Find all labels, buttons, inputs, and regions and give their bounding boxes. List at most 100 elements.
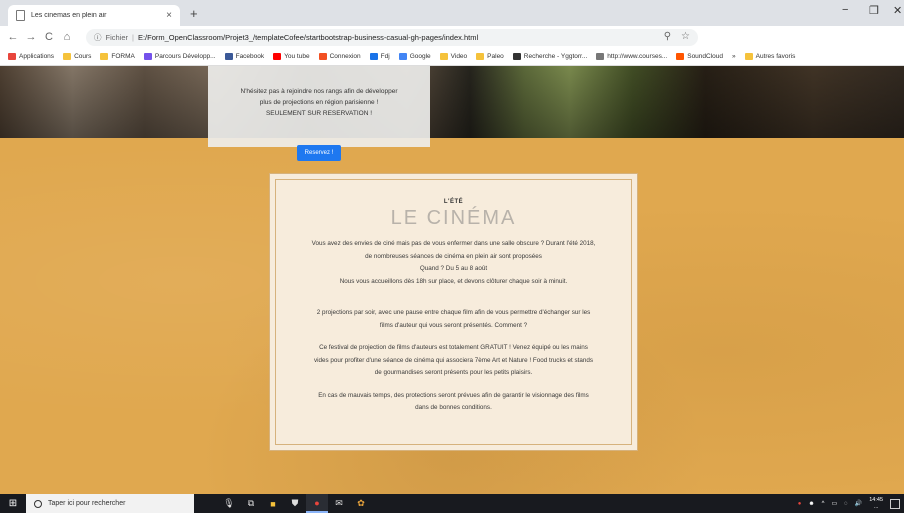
page-icon [16, 10, 25, 21]
bookmark-label: Video [450, 53, 468, 60]
paragraph-line: 2 projections par soir, avec une pause e… [316, 309, 591, 316]
bookmark-label: FORMA [111, 53, 135, 60]
bookmark-item[interactable]: You tube [273, 53, 310, 60]
folder-icon [476, 53, 485, 60]
reserve-button[interactable]: Reservez ! [297, 145, 341, 161]
info-card: L'ÉTÉ LE CINÉMA Vous avez des envies de … [270, 174, 637, 450]
bookmark-label: Applications [19, 53, 55, 60]
paragraph-festival: Ce festival de projection de films d'aut… [276, 342, 631, 380]
bookmark-label: Recherche - Yggtorr... [523, 53, 588, 60]
bookmark-label: » [732, 53, 736, 60]
clock[interactable]: 14:45 ... [869, 497, 883, 511]
page-icon [596, 53, 605, 60]
bookmark-item[interactable]: » [732, 53, 736, 60]
mail-icon[interactable]: ✉ [328, 494, 350, 513]
app-icon[interactable]: ✿ [350, 494, 372, 513]
bookmark-item[interactable]: Parcours Développ... [143, 53, 216, 60]
zoom-icon[interactable]: ⚲ [664, 31, 671, 42]
tab-close-icon[interactable]: × [166, 10, 172, 21]
apps-grid-icon [8, 53, 16, 60]
bookmark-item[interactable]: http://www.courses... [596, 53, 667, 60]
paragraph-line: Ce festival de projection de films d'aut… [319, 344, 588, 351]
microsoft-icon [318, 53, 327, 60]
info-icon[interactable]: ⓘ [94, 32, 102, 43]
paragraph-line: En cas de mauvais temps, des protections… [318, 391, 589, 399]
bookmark-item[interactable]: Fdj [369, 53, 390, 60]
fdj-icon [369, 53, 378, 60]
network-icon[interactable]: ◌ [844, 501, 848, 507]
system-tray: ● ☻ ^ ▭ ◌ 🔊 14:45 ... [798, 494, 904, 513]
soundcloud-icon [676, 53, 685, 60]
taskbar-search[interactable]: Taper ici pour rechercher [26, 494, 194, 513]
microphone-icon[interactable]: 🎙 [218, 494, 240, 513]
bookmark-label: Google [409, 53, 431, 60]
bookmark-item[interactable]: FORMA [100, 53, 135, 60]
file-explorer-icon[interactable]: ■ [262, 494, 284, 513]
paragraph-line: vides pour profiter d'une séance de ciné… [313, 356, 594, 364]
action-center-icon[interactable] [890, 498, 900, 509]
url-separator: | [132, 33, 134, 42]
card-kicker: L'ÉTÉ [443, 199, 464, 205]
forward-button[interactable]: → [22, 31, 40, 43]
bookmark-item[interactable]: Paleo [476, 53, 504, 60]
bookmark-item[interactable]: Video [439, 53, 468, 60]
home-button[interactable]: ⌂ [58, 31, 76, 43]
bookmark-label: Paleo [487, 53, 504, 60]
chrome-icon[interactable]: ● [306, 494, 328, 513]
show-hidden-icons[interactable]: ^ [822, 501, 825, 507]
bookmark-item[interactable]: Recherche - Yggtorr... [512, 53, 588, 60]
card-title: LE CINÉMA [390, 207, 517, 229]
tab-strip: Les cinemas en plein air × + − ❐ ✕ [0, 0, 904, 26]
bookmark-label: Fdj [380, 53, 390, 60]
search-placeholder: Taper ici pour rechercher [48, 500, 126, 507]
bookmark-item[interactable]: Cours [63, 53, 91, 60]
paragraph-line: de nombreuses séances de cinéma en plein… [365, 252, 542, 260]
people-icon[interactable]: ☻ [808, 501, 814, 507]
browser-tab[interactable]: Les cinemas en plein air × [8, 5, 180, 26]
omnibox-actions: ⚲ ☆ [664, 31, 690, 42]
toolbar: ← → C ⌂ ⓘ Fichier | E:/Form_OpenClassroo… [0, 26, 904, 66]
new-tab-button[interactable]: + [190, 6, 198, 21]
url-text[interactable]: E:/Form_OpenClassroom/Projet3_/templateC… [138, 33, 478, 42]
bookmark-label: Facebook [235, 53, 265, 60]
back-button[interactable]: ← [4, 31, 22, 43]
folder-icon [100, 53, 109, 60]
cta-line: N'hésitez pas à rejoindre nos rangs afin… [240, 88, 398, 95]
web-page: N'hésitez pas à rejoindre nos rangs afin… [0, 66, 904, 494]
minimize-button[interactable]: − [842, 4, 848, 16]
bookmark-item[interactable]: Connexion [318, 53, 361, 60]
maximize-button[interactable]: ❐ [869, 4, 879, 17]
windows-taskbar: ⊞ Taper ici pour rechercher 🎙 ⧉ ■ ⛊ ● ✉ … [0, 494, 904, 513]
bookmark-star-icon[interactable]: ☆ [681, 31, 690, 42]
bookmark-label: Connexion [329, 53, 361, 60]
battery-icon[interactable]: ▭ [832, 500, 838, 507]
paragraph-weather: En cas de mauvais temps, des protections… [276, 390, 631, 415]
store-icon[interactable]: ⛊ [284, 494, 306, 513]
paragraph-line: Nous vous accueillons dès 18h sur place,… [339, 277, 568, 285]
paragraph-dates: Vous avez des envies de ciné mais pas de… [276, 238, 631, 288]
bookmark-item[interactable]: Facebook [224, 53, 265, 60]
address-bar[interactable]: ⓘ Fichier | E:/Form_OpenClassroom/Projet… [86, 29, 698, 46]
bookmark-item[interactable]: Applications [8, 53, 54, 60]
folder-icon [63, 53, 72, 60]
folder-icon [439, 53, 448, 60]
bookmark-label: Parcours Développ... [154, 53, 216, 60]
clock-date: ... [873, 503, 879, 510]
notification-app-icon[interactable]: ● [798, 501, 802, 507]
bookmark-item[interactable]: SoundCloud [676, 53, 723, 60]
facebook-icon [224, 53, 233, 60]
youtube-icon [273, 53, 282, 60]
volume-icon[interactable]: 🔊 [855, 500, 862, 507]
tab-title: Les cinemas en plein air [31, 12, 107, 19]
close-window-button[interactable]: ✕ [893, 4, 902, 17]
google-icon [398, 53, 407, 60]
reload-button[interactable]: C [40, 31, 58, 43]
paragraph-line: de gourmandises seront présents pour les… [374, 369, 533, 376]
bookmark-item[interactable]: Google [398, 53, 431, 60]
card-frame: L'ÉTÉ LE CINÉMA Vous avez des envies de … [275, 179, 632, 445]
folder-icon [744, 53, 753, 60]
bookmark-item[interactable]: Autres favoris [744, 53, 795, 60]
windows-start-icon[interactable]: ⊞ [0, 498, 26, 509]
task-view-icon[interactable]: ⧉ [240, 494, 262, 513]
paragraph-line: films d'auteur qui vous seront présentés… [379, 321, 528, 329]
